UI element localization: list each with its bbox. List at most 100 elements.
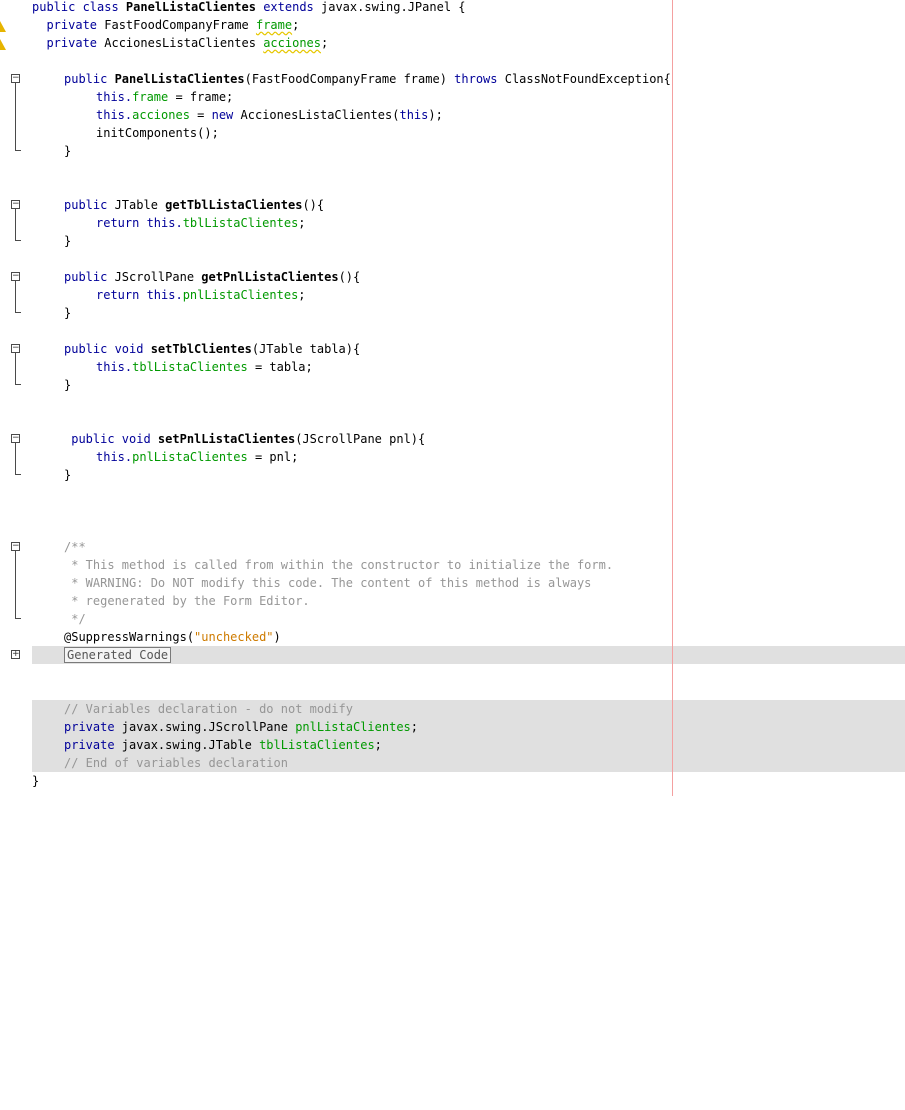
code-line[interactable]: public void setTblClientes(JTable tabla)… bbox=[32, 340, 905, 358]
code-token: (FastFoodCompanyFrame frame) bbox=[244, 72, 455, 86]
fold-guide-end bbox=[15, 150, 21, 151]
code-line[interactable]: return this.tblListaClientes; bbox=[32, 214, 905, 232]
code-token: acciones bbox=[263, 36, 321, 50]
code-token: this. bbox=[96, 108, 133, 122]
code-line[interactable]: @SuppressWarnings("unchecked") bbox=[32, 628, 905, 646]
code-line[interactable]: private FastFoodCompanyFrame frame; bbox=[32, 16, 905, 34]
code-line[interactable]: } bbox=[32, 142, 905, 160]
fold-expand-icon[interactable]: + bbox=[11, 650, 20, 659]
code-line[interactable]: private javax.swing.JScrollPane pnlLista… bbox=[32, 718, 905, 736]
code-line[interactable]: // End of variables declaration bbox=[32, 754, 905, 772]
fold-guide-end bbox=[15, 618, 21, 619]
code-token: frame bbox=[132, 90, 169, 104]
code-token: javax.swing.JPanel { bbox=[321, 0, 466, 14]
code-token: ; bbox=[292, 18, 300, 32]
code-token: = pnl; bbox=[247, 450, 299, 464]
code-token: ; bbox=[321, 36, 329, 50]
fold-guide bbox=[15, 353, 16, 384]
code-area[interactable]: public class PanelListaClientes extends … bbox=[32, 0, 905, 796]
code-line[interactable]: this.frame = frame; bbox=[32, 88, 905, 106]
code-token: return bbox=[96, 288, 147, 302]
generated-code-fold[interactable]: Generated Code bbox=[32, 646, 905, 664]
code-line[interactable]: public JTable getTblListaClientes(){ bbox=[32, 196, 905, 214]
code-token: AccionesListaClientes( bbox=[240, 108, 400, 122]
code-token: tblListaClientes bbox=[132, 360, 248, 374]
code-line[interactable]: public PanelListaClientes(FastFoodCompan… bbox=[32, 70, 905, 88]
code-token: AccionesListaClientes bbox=[104, 36, 264, 50]
code-token: public class bbox=[32, 0, 126, 14]
code-token: void bbox=[121, 432, 158, 446]
fold-collapse-icon[interactable]: − bbox=[11, 200, 20, 209]
fold-guide bbox=[15, 551, 16, 618]
fold-collapse-icon[interactable]: − bbox=[11, 434, 20, 443]
code-token: } bbox=[32, 774, 40, 788]
code-token: JScrollPane bbox=[114, 270, 202, 284]
code-editor[interactable]: ! ! − − − − − − + public class PanelList… bbox=[0, 0, 905, 796]
code-line[interactable]: public JScrollPane getPnlListaClientes()… bbox=[32, 268, 905, 286]
code-line[interactable]: // Variables declaration - do not modify bbox=[32, 700, 905, 718]
code-token: } bbox=[64, 378, 72, 392]
code-line[interactable]: * WARNING: Do NOT modify this code. The … bbox=[32, 574, 905, 592]
code-line[interactable]: */ bbox=[32, 610, 905, 628]
code-token: public bbox=[64, 198, 115, 212]
code-token: ClassNotFoundException{ bbox=[504, 72, 671, 86]
code-line[interactable]: } bbox=[32, 772, 905, 790]
code-token: } bbox=[64, 144, 72, 158]
code-token: FastFoodCompanyFrame bbox=[104, 18, 256, 32]
code-line[interactable]: } bbox=[32, 376, 905, 394]
code-line[interactable]: private javax.swing.JTable tblListaClien… bbox=[32, 736, 905, 754]
fold-guide-end bbox=[15, 240, 21, 241]
code-token: (JScrollPane pnl){ bbox=[295, 432, 426, 446]
code-line[interactable]: } bbox=[32, 304, 905, 322]
code-token: setPnlListaClientes bbox=[157, 432, 296, 446]
editor-gutter: ! ! − − − − − − + bbox=[0, 0, 32, 796]
code-comment: // Variables declaration - do not modify bbox=[64, 702, 353, 716]
code-token: = bbox=[189, 108, 212, 122]
code-line[interactable]: public void setPnlListaClientes(JScrollP… bbox=[32, 430, 905, 448]
code-token: = tabla; bbox=[247, 360, 313, 374]
code-token: public bbox=[64, 72, 115, 86]
code-comment: * regenerated by the Form Editor. bbox=[64, 594, 310, 608]
code-line[interactable]: } bbox=[32, 466, 905, 484]
code-comment: // End of variables declaration bbox=[64, 756, 288, 770]
code-line[interactable]: this.tblListaClientes = tabla; bbox=[32, 358, 905, 376]
code-token: (){ bbox=[338, 270, 361, 284]
code-token: ; bbox=[298, 288, 306, 302]
code-line[interactable]: * This method is called from within the … bbox=[32, 556, 905, 574]
code-line[interactable]: /** bbox=[32, 538, 905, 556]
fold-guide bbox=[15, 83, 16, 150]
code-token: acciones bbox=[132, 108, 190, 122]
code-token: (JTable tabla){ bbox=[251, 342, 361, 356]
fold-collapse-icon[interactable]: − bbox=[11, 542, 20, 551]
fold-collapse-icon[interactable]: − bbox=[11, 74, 20, 83]
generated-code-label[interactable]: Generated Code bbox=[64, 647, 172, 663]
code-comment: * WARNING: Do NOT modify this code. The … bbox=[64, 576, 592, 590]
fold-collapse-icon[interactable]: − bbox=[11, 272, 20, 281]
code-token: this bbox=[399, 108, 429, 122]
code-line[interactable]: this.pnlListaClientes = pnl; bbox=[32, 448, 905, 466]
code-token: public bbox=[64, 342, 115, 356]
code-token: this. bbox=[146, 288, 183, 302]
code-token: @SuppressWarnings( bbox=[64, 630, 195, 644]
code-line[interactable]: public class PanelListaClientes extends … bbox=[32, 0, 905, 16]
code-token: (){ bbox=[302, 198, 325, 212]
code-line[interactable]: private AccionesListaClientes acciones; bbox=[32, 34, 905, 52]
code-token: extends bbox=[255, 0, 321, 14]
code-token: ); bbox=[428, 108, 443, 122]
code-line[interactable]: return this.pnlListaClientes; bbox=[32, 286, 905, 304]
code-token: javax.swing.JScrollPane bbox=[121, 720, 296, 734]
code-line[interactable]: this.acciones = new AccionesListaCliente… bbox=[32, 106, 905, 124]
code-token: = frame; bbox=[168, 90, 234, 104]
code-token: getPnlListaClientes bbox=[201, 270, 339, 284]
code-token: ) bbox=[273, 630, 281, 644]
code-token: public bbox=[64, 432, 122, 446]
fold-guide bbox=[15, 281, 16, 312]
code-line[interactable]: * regenerated by the Form Editor. bbox=[32, 592, 905, 610]
code-token: PanelListaClientes bbox=[125, 0, 256, 14]
code-token: frame bbox=[255, 18, 293, 32]
code-comment: */ bbox=[64, 612, 86, 626]
code-line[interactable]: } bbox=[32, 232, 905, 250]
code-line[interactable]: initComponents(); bbox=[32, 124, 905, 142]
code-token: pnlListaClientes bbox=[182, 288, 299, 302]
fold-collapse-icon[interactable]: − bbox=[11, 344, 20, 353]
